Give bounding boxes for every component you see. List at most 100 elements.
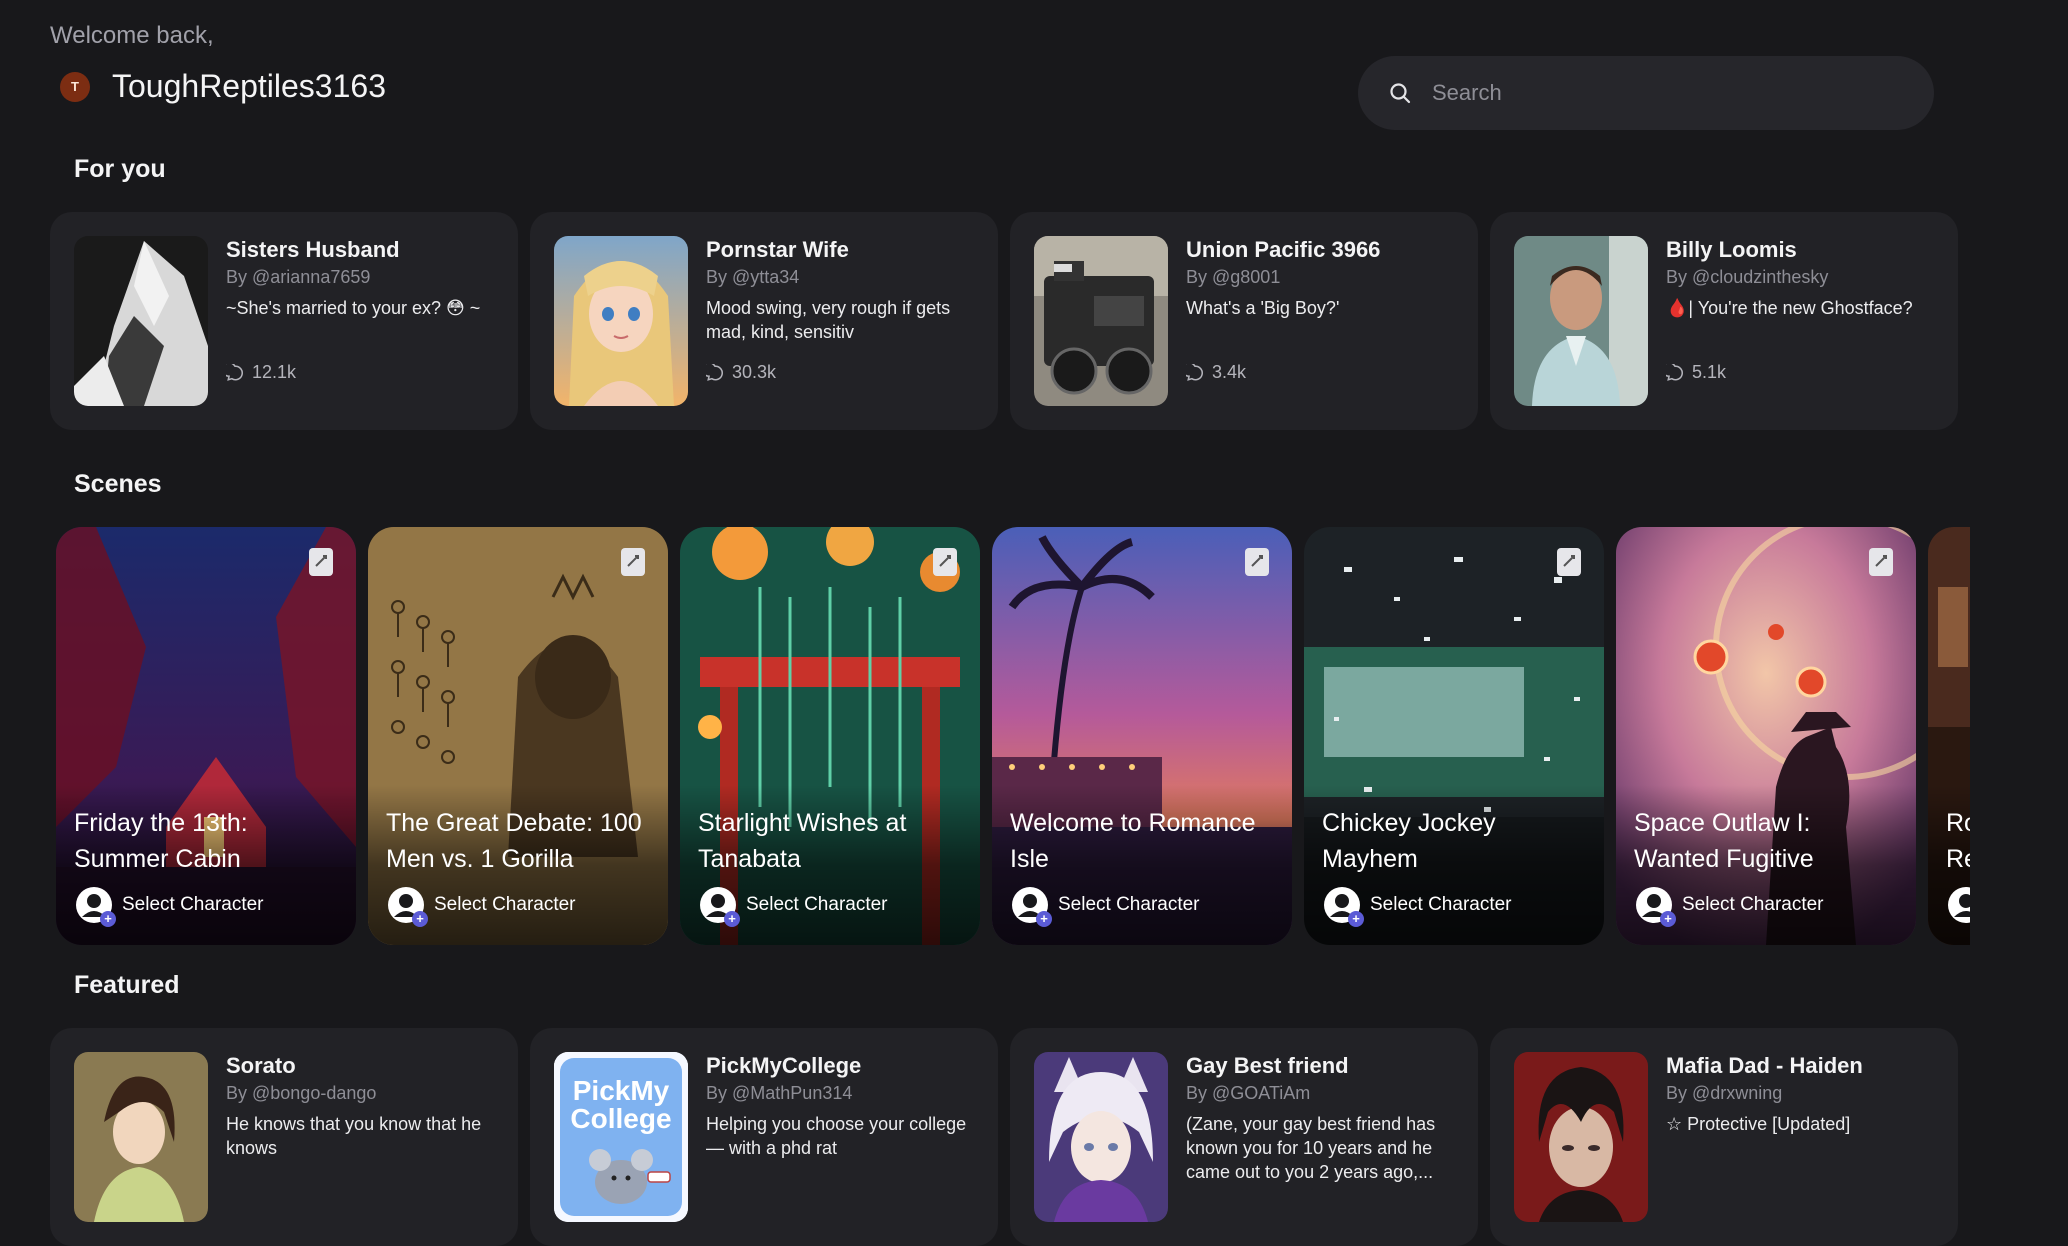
character-description: ~She's married to your ex? 😳 ~ [226, 298, 481, 318]
chat-count-value: 3.4k [1212, 362, 1247, 382]
scene-title: The Great Debate: 100 Men vs. 1 Gorilla [386, 809, 642, 873]
chat-count-value: 12.1k [252, 362, 297, 382]
plus-icon: + [1036, 911, 1052, 927]
character-author[interactable]: By @MathPun314 [706, 1080, 978, 1106]
plus-icon: + [724, 911, 740, 927]
chat-bubble-icon [1666, 363, 1683, 381]
chat-count: 30.3k [706, 362, 776, 383]
scene-bookmark-icon[interactable] [1244, 547, 1270, 577]
user-avatar-icon: + [1324, 887, 1364, 927]
character-avatar [554, 236, 688, 406]
scene-bookmark-icon[interactable] [932, 547, 958, 577]
character-avatar [1514, 236, 1648, 406]
select-character-label: Select Character [122, 894, 264, 915]
character-name: Mafia Dad - Haiden [1666, 1053, 1863, 1078]
character-author[interactable]: By @GOATiAm [1186, 1080, 1458, 1106]
scene-bookmark-icon[interactable] [1556, 547, 1582, 577]
character-avatar [74, 1052, 208, 1222]
character-card[interactable]: Union Pacific 3966 By @g8001 What's a 'B… [1010, 212, 1478, 430]
user-avatar-icon: + [388, 887, 428, 927]
search-input[interactable] [1430, 79, 1894, 107]
plus-icon: + [1660, 911, 1676, 927]
character-avatar [1034, 236, 1168, 406]
character-avatar [1514, 1052, 1648, 1222]
chat-count: 5.1k [1666, 362, 1726, 383]
character-description: Helping you choose your college — with a… [706, 1114, 967, 1158]
scene-card[interactable]: Friday the 13th: Summer Cabin + Select C… [56, 527, 356, 945]
character-card[interactable]: PickMy College PickMyCollege By @MathPun… [530, 1028, 998, 1246]
character-author[interactable]: By @ytta34 [706, 264, 978, 290]
character-card[interactable]: Sorato By @bongo-dango He knows that you… [50, 1028, 518, 1246]
character-avatar: PickMy College [554, 1052, 688, 1222]
user-profile[interactable]: T ToughReptiles3163 [60, 68, 386, 105]
select-character-button[interactable]: + Select Character [76, 887, 264, 927]
section-title-scenes: Scenes [74, 470, 162, 498]
select-character-button[interactable]: + Select Character [388, 887, 576, 927]
select-character-label: Select Character [434, 894, 576, 915]
scene-title: Starlight Wishes at Tanabata [698, 809, 907, 873]
user-avatar-icon: + [1012, 887, 1052, 927]
scene-title: Friday the 13th: Summer Cabin [74, 809, 248, 873]
character-author[interactable]: By @drxwning [1666, 1080, 1938, 1106]
character-card[interactable]: Gay Best friend By @GOATiAm (Zane, your … [1010, 1028, 1478, 1246]
scene-card[interactable]: The Great Debate: 100 Men vs. 1 Gorilla … [368, 527, 668, 945]
character-avatar [1034, 1052, 1168, 1222]
chat-bubble-icon [226, 363, 243, 381]
featured-row: Sorato By @bongo-dango He knows that you… [50, 1028, 1958, 1246]
scene-title: Welcome to Romance Isle [1010, 809, 1256, 873]
character-name: Billy Loomis [1666, 237, 1797, 262]
scene-card[interactable]: Starlight Wishes at Tanabata + Select Ch… [680, 527, 980, 945]
chat-count: 12.1k [226, 362, 296, 383]
scene-title: Ro Re [1946, 809, 1970, 873]
search-bar[interactable] [1358, 56, 1934, 130]
scene-card[interactable]: Welcome to Romance Isle + Select Charact… [992, 527, 1292, 945]
character-avatar [74, 236, 208, 406]
select-character-button[interactable] [1948, 887, 1970, 923]
character-card[interactable]: Pornstar Wife By @ytta34 Mood swing, ver… [530, 212, 998, 430]
chat-count-value: 5.1k [1692, 362, 1727, 382]
chat-count: 3.4k [1186, 362, 1246, 383]
select-character-button[interactable]: + Select Character [1012, 887, 1200, 927]
select-character-button[interactable]: + Select Character [1324, 887, 1512, 927]
scene-title: Space Outlaw I: Wanted Fugitive [1634, 809, 1814, 873]
select-character-button[interactable]: + Select Character [1636, 887, 1824, 927]
section-title-featured: Featured [74, 971, 180, 999]
character-name: Gay Best friend [1186, 1053, 1349, 1078]
search-icon [1390, 83, 1411, 104]
scenes-carousel[interactable]: Friday the 13th: Summer Cabin + Select C… [56, 527, 1970, 945]
user-avatar-icon: + [700, 887, 740, 927]
scene-card[interactable]: Ro Re [1928, 527, 1970, 945]
for-you-row: Sisters Husband By @arianna7659 ~She's m… [50, 212, 1958, 430]
user-avatar-icon: + [1636, 887, 1676, 927]
character-author[interactable]: By @bongo-dango [226, 1080, 498, 1106]
character-author[interactable]: By @cloudzinthesky [1666, 264, 1938, 290]
select-character-label: Select Character [1058, 894, 1200, 915]
plus-icon: + [412, 911, 428, 927]
avatar[interactable]: T [60, 71, 90, 102]
user-avatar-icon: + [76, 887, 116, 927]
svg-text:PickMy: PickMy [573, 1075, 670, 1106]
welcome-text: Welcome back, [50, 22, 214, 49]
username: ToughReptiles3163 [112, 68, 386, 104]
scene-bookmark-icon[interactable] [1868, 547, 1894, 577]
user-avatar-icon [1948, 887, 1970, 923]
plus-icon: + [100, 911, 116, 927]
scene-bookmark-icon[interactable] [620, 547, 646, 577]
select-character-button[interactable]: + Select Character [700, 887, 888, 927]
character-name: PickMyCollege [706, 1053, 862, 1078]
scene-bookmark-icon[interactable] [308, 547, 334, 577]
select-character-label: Select Character [746, 894, 888, 915]
scene-card[interactable]: Chickey Jockey Mayhem + Select Character [1304, 527, 1604, 945]
character-name: Sisters Husband [226, 237, 400, 262]
character-card[interactable]: Mafia Dad - Haiden By @drxwning ☆ Protec… [1490, 1028, 1958, 1246]
character-card[interactable]: Billy Loomis By @cloudzinthesky 🩸| You'r… [1490, 212, 1958, 430]
character-author[interactable]: By @arianna7659 [226, 264, 498, 290]
character-name: Sorato [226, 1053, 296, 1078]
chat-count-value: 30.3k [732, 362, 777, 382]
character-author[interactable]: By @g8001 [1186, 264, 1458, 290]
section-title-for-you: For you [74, 155, 166, 183]
character-description: He knows that you know that he knows [226, 1114, 482, 1158]
scene-card[interactable]: Space Outlaw I: Wanted Fugitive + Select… [1616, 527, 1916, 945]
select-character-label: Select Character [1682, 894, 1824, 915]
character-card[interactable]: Sisters Husband By @arianna7659 ~She's m… [50, 212, 518, 430]
